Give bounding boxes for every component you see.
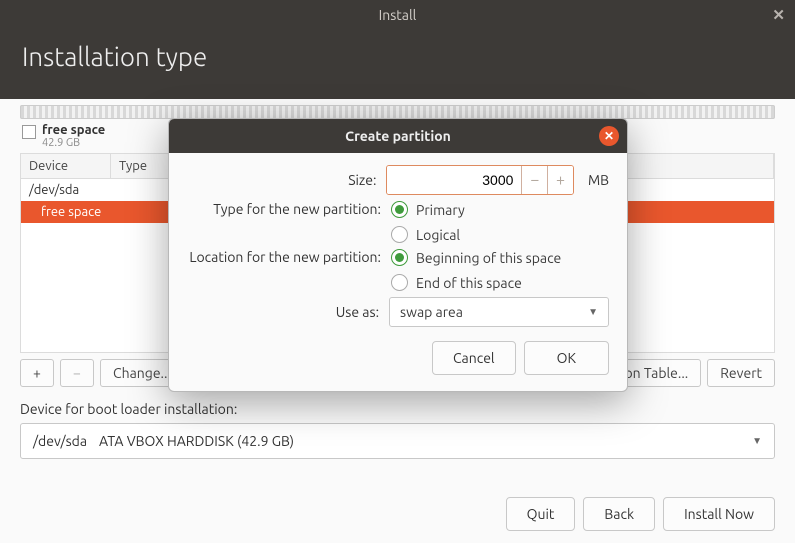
use-as-select[interactable]: swap area ▼ (389, 297, 609, 327)
bootloader-select[interactable]: /dev/sda ATA VBOX HARDDISK (42.9 GB) ▼ (20, 423, 775, 459)
size-increase-button[interactable]: + (547, 166, 573, 194)
radio-primary[interactable]: Primary (391, 201, 465, 218)
radio-primary-label: Primary (416, 202, 465, 218)
bootloader-device: /dev/sda (33, 433, 87, 449)
row-device: /dev/sda (29, 183, 79, 197)
column-device[interactable]: Device (21, 154, 111, 178)
radio-end[interactable]: End of this space (391, 274, 561, 291)
page-title: Installation type (0, 30, 795, 99)
dialog-close-button[interactable]: ✕ (599, 126, 619, 146)
radio-beginning[interactable]: Beginning of this space (391, 249, 561, 266)
add-partition-button[interactable]: + (20, 359, 54, 387)
remove-partition-button[interactable]: − (60, 359, 94, 387)
radio-beginning-label: Beginning of this space (416, 250, 561, 266)
radio-icon (391, 274, 408, 291)
wizard-footer: Quit Back Install Now (506, 497, 775, 531)
radio-icon (391, 201, 408, 218)
create-partition-dialog: Create partition ✕ Size: − + MB Type for… (168, 118, 628, 392)
location-label: Location for the new partition: (187, 249, 383, 265)
size-unit: MB (588, 172, 609, 188)
cancel-button[interactable]: Cancel (432, 341, 516, 375)
free-space-size: 42.9 GB (42, 137, 105, 149)
use-as-label: Use as: (187, 304, 381, 320)
partition-usage-bar (20, 105, 775, 119)
window-close-icon[interactable]: ✕ (772, 6, 785, 24)
bootloader-label: Device for boot loader installation: (20, 401, 775, 417)
install-now-button[interactable]: Install Now (663, 497, 775, 531)
chevron-down-icon: ▼ (588, 306, 598, 318)
back-button[interactable]: Back (583, 497, 655, 531)
free-space-label: free space (42, 123, 105, 137)
ok-button[interactable]: OK (524, 341, 609, 375)
bootloader-desc: ATA VBOX HARDDISK (42.9 GB) (99, 433, 294, 449)
dialog-title: Create partition (345, 128, 451, 144)
revert-button[interactable]: Revert (707, 359, 775, 387)
size-input[interactable] (387, 166, 521, 194)
column-type[interactable]: Type (111, 154, 171, 178)
free-space-checkbox[interactable] (22, 125, 36, 139)
radio-end-label: End of this space (416, 275, 522, 291)
dialog-titlebar: Create partition ✕ (169, 119, 627, 153)
size-label: Size: (187, 172, 378, 188)
use-as-value: swap area (400, 304, 463, 320)
size-spinner: − + (386, 165, 574, 195)
radio-logical-label: Logical (416, 227, 460, 243)
window-title: Install (379, 7, 417, 23)
radio-icon (391, 226, 408, 243)
radio-logical[interactable]: Logical (391, 226, 465, 243)
partition-type-label: Type for the new partition: (187, 201, 383, 217)
window-titlebar: Install ✕ (0, 0, 795, 30)
size-decrease-button[interactable]: − (521, 166, 547, 194)
chevron-down-icon: ▼ (752, 435, 762, 447)
row-free-space: free space (41, 205, 101, 219)
radio-icon (391, 249, 408, 266)
quit-button[interactable]: Quit (506, 497, 576, 531)
